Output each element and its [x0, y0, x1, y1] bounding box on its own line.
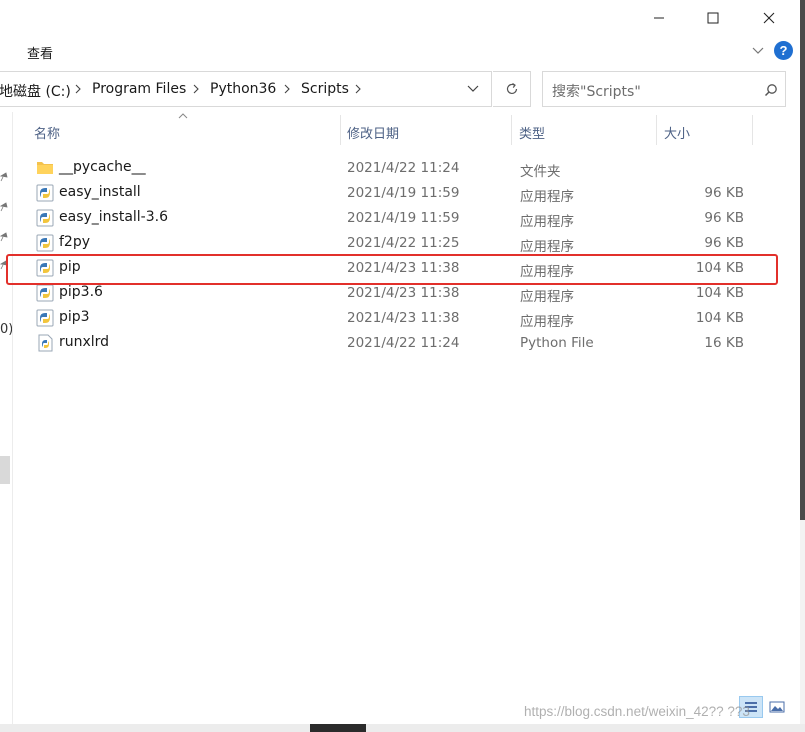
file-type: 应用程序 [520, 239, 574, 255]
file-date: 2021/4/23 11:38 [347, 310, 460, 326]
file-name[interactable]: f2py [59, 234, 90, 250]
chevron-right-icon[interactable] [192, 84, 200, 94]
refresh-button[interactable] [493, 71, 531, 107]
column-header-type[interactable]: 类型 [519, 123, 545, 142]
maximize-button[interactable] [698, 6, 728, 30]
file-type: 文件夹 [520, 164, 561, 180]
file-size: 104 KB [695, 310, 744, 326]
breadcrumb-python36[interactable]: Python36 [210, 81, 276, 97]
search-icon[interactable] [764, 83, 778, 97]
help-icon[interactable]: ? [774, 41, 793, 60]
file-date: 2021/4/19 11:59 [347, 185, 460, 201]
column-header-size[interactable]: 大小 [664, 123, 690, 142]
ribbon-tab-view[interactable]: 查看 [27, 43, 53, 62]
file-row[interactable]: f2py 2021/4/22 11:25 应用程序 96 KB [14, 230, 784, 255]
navigation-pane [0, 112, 12, 724]
minimize-button[interactable] [644, 6, 674, 30]
chevron-right-icon[interactable] [354, 84, 362, 94]
file-row[interactable]: runxlrd 2021/4/22 11:24 Python File 16 K… [14, 330, 784, 355]
file-type: 应用程序 [520, 314, 574, 330]
thumbnail-view-button[interactable] [765, 696, 789, 718]
python-exe-icon [36, 309, 54, 327]
file-date: 2021/4/23 11:38 [347, 285, 460, 301]
refresh-icon [506, 83, 517, 95]
file-row[interactable]: pip3 2021/4/23 11:38 应用程序 104 KB [14, 305, 784, 330]
folder-icon [37, 162, 53, 174]
search-input[interactable]: 搜索"Scripts" [552, 81, 641, 101]
pin-icon [0, 202, 8, 212]
background-window-strip [800, 0, 805, 732]
file-explorer-window: 查看 ? 地磁盘 (C:) Program Files Python36 Scr… [0, 0, 800, 724]
file-name[interactable]: runxlrd [59, 334, 109, 350]
close-icon [763, 12, 775, 24]
pin-icon [0, 232, 8, 242]
column-divider[interactable] [340, 115, 341, 145]
file-type: 应用程序 [520, 214, 574, 230]
chevron-right-icon[interactable] [74, 84, 82, 94]
file-size: 16 KB [704, 335, 744, 351]
python-file-icon [38, 334, 53, 352]
python-exe-icon [36, 284, 54, 302]
file-date: 2021/4/19 11:59 [347, 210, 460, 226]
column-header-name[interactable]: 名称 [34, 123, 60, 142]
file-type: 应用程序 [520, 189, 574, 205]
file-name[interactable]: easy_install-3.6 [59, 209, 168, 225]
file-size: 96 KB [704, 210, 744, 226]
nav-item-selected[interactable] [0, 456, 10, 484]
pane-divider [12, 112, 13, 724]
file-date: 2021/4/22 11:24 [347, 160, 460, 176]
chevron-down-icon[interactable] [750, 42, 766, 58]
highlight-annotation [6, 254, 778, 285]
sort-ascending-icon [178, 113, 188, 119]
column-divider[interactable] [752, 115, 753, 145]
file-row[interactable]: easy_install 2021/4/19 11:59 应用程序 96 KB [14, 180, 784, 205]
file-name[interactable]: pip3.6 [59, 284, 103, 300]
file-type: Python File [520, 335, 594, 351]
column-divider[interactable] [656, 115, 657, 145]
file-name[interactable]: __pycache__ [59, 159, 146, 175]
file-size: 96 KB [704, 185, 744, 201]
breadcrumb-program-files[interactable]: Program Files [92, 81, 186, 97]
breadcrumb-scripts[interactable]: Scripts [301, 81, 349, 97]
file-date: 2021/4/22 11:24 [347, 335, 460, 351]
search-box[interactable]: 搜索"Scripts" [542, 71, 786, 107]
column-header-date[interactable]: 修改日期 [347, 123, 399, 142]
python-exe-icon [36, 234, 54, 252]
breadcrumb-drive[interactable]: 地磁盘 (C:) [0, 81, 71, 101]
chevron-right-icon[interactable] [283, 84, 291, 94]
file-name[interactable]: pip3 [59, 309, 90, 325]
address-bar[interactable]: 地磁盘 (C:) Program Files Python36 Scripts [0, 71, 492, 107]
close-button[interactable] [754, 6, 784, 30]
thumbnail-view-icon [769, 701, 785, 713]
file-date: 2021/4/22 11:25 [347, 235, 460, 251]
file-size: 96 KB [704, 235, 744, 251]
column-divider[interactable] [511, 115, 512, 145]
minimize-icon [654, 17, 664, 19]
maximize-icon [707, 12, 719, 24]
taskbar-strip [0, 724, 805, 732]
file-size: 104 KB [695, 285, 744, 301]
python-exe-icon [36, 209, 54, 227]
file-type: 应用程序 [520, 289, 574, 305]
watermark-text: https://blog.csdn.net/weixin_42?? ??3 [524, 704, 750, 719]
pin-icon [0, 172, 8, 182]
python-exe-icon [36, 184, 54, 202]
address-dropdown-icon[interactable] [467, 84, 479, 94]
file-row[interactable]: easy_install-3.6 2021/4/19 11:59 应用程序 96… [14, 205, 784, 230]
file-name[interactable]: easy_install [59, 184, 141, 200]
file-row[interactable]: __pycache__ 2021/4/22 11:24 文件夹 [14, 155, 784, 180]
